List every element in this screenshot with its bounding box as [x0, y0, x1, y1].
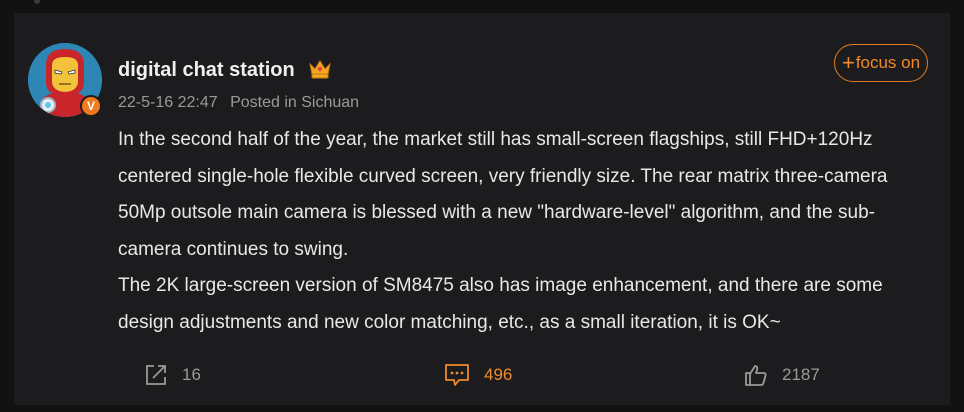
avatar[interactable]: V — [28, 43, 102, 117]
scroll-nub — [34, 0, 40, 4]
action-bar: 16 496 2187 — [14, 363, 950, 393]
plus-icon: + — [841, 50, 855, 75]
like-button[interactable]: 2187 — [744, 363, 820, 387]
crown-icon — [309, 60, 331, 79]
post-date: 22-5-16 22:47 — [118, 94, 218, 111]
top-divider-strip — [0, 0, 964, 12]
thumbs-up-icon — [745, 365, 767, 386]
post-location: Posted in Sichuan — [230, 94, 360, 111]
follow-button[interactable]: + focus on — [834, 44, 928, 82]
post-paragraph: The 2K large-screen version of SM8475 al… — [118, 275, 883, 333]
like-count: 2187 — [782, 365, 820, 384]
post-meta: 22-5-16 22:47 Posted in Sichuan — [118, 94, 359, 112]
comment-button[interactable]: 496 — [444, 363, 512, 387]
comment-icon — [445, 364, 469, 386]
post-card: V digital chat station 22-5-16 22:47 Pos… — [14, 13, 950, 405]
author-name[interactable]: digital chat station — [118, 59, 295, 82]
share-icon — [146, 365, 166, 385]
comment-count: 496 — [484, 365, 513, 384]
share-button[interactable]: 16 — [144, 363, 201, 387]
follow-label: focus on — [855, 53, 921, 72]
share-count: 16 — [182, 365, 201, 384]
post-body: In the second half of the year, the mark… — [118, 122, 938, 341]
verified-badge: V — [80, 95, 102, 117]
post-paragraph: In the second half of the year, the mark… — [118, 129, 888, 260]
